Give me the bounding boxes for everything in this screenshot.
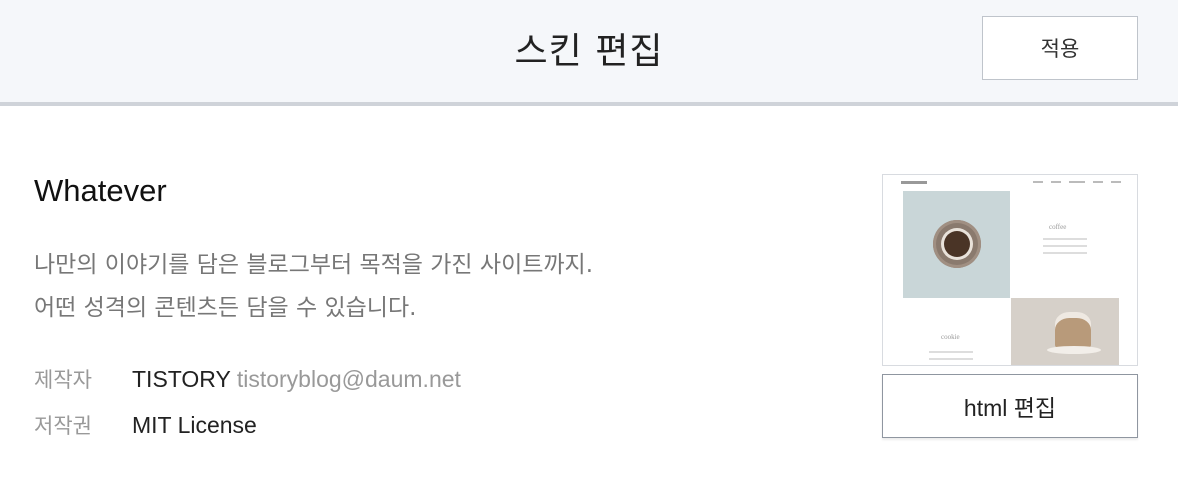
html-edit-button[interactable]: html 편집 xyxy=(882,374,1138,438)
skin-preview-thumbnail: coffee cookie xyxy=(882,174,1138,366)
preview-nav xyxy=(883,175,1137,191)
coffee-cup xyxy=(944,231,970,257)
license-value: MIT License xyxy=(132,412,257,438)
apply-button[interactable]: 적용 xyxy=(982,16,1138,80)
license-label: 저작권 xyxy=(34,414,92,438)
skin-name: Whatever xyxy=(34,173,167,208)
skin-description-line-1: 나만의 이야기를 담은 블로그부터 목적을 가진 사이트까지. xyxy=(34,252,594,278)
top-bar: 스킨 편집 적용 xyxy=(0,0,1178,106)
preview-text-line xyxy=(929,358,973,360)
preview-nav-item xyxy=(1069,181,1085,183)
preview-logo xyxy=(901,181,927,184)
preview-text-line xyxy=(1043,245,1087,247)
skin-description: 나만의 이야기를 담은 블로그부터 목적을 가진 사이트까지. 어떤 성격의 콘… xyxy=(34,244,794,330)
preview-cookie-image xyxy=(1011,298,1119,365)
author-email: tistoryblog@daum.net xyxy=(236,366,461,392)
skin-description-line-2: 어떤 성격의 콘텐츠든 담을 수 있습니다. xyxy=(34,295,417,321)
cookie-plate xyxy=(1047,346,1101,354)
preview-nav-item xyxy=(1033,181,1043,183)
license-row: 저작권 MIT License xyxy=(34,410,257,440)
author-name: TISTORY xyxy=(132,366,231,392)
author-label: 제작자 xyxy=(34,368,92,392)
preview-nav-item xyxy=(1051,181,1061,183)
preview-text-line xyxy=(1043,252,1087,254)
preview-nav-item xyxy=(1111,181,1121,183)
preview-coffee-image xyxy=(903,191,1010,298)
preview-text-line xyxy=(929,351,973,353)
cookie-stack xyxy=(1055,318,1091,348)
preview-coffee-label: coffee xyxy=(1049,223,1067,231)
preview-cookie-label: cookie xyxy=(941,333,960,341)
author-row: 제작자 TISTORY tistoryblog@daum.net xyxy=(34,364,461,394)
preview-nav-item xyxy=(1093,181,1103,183)
preview-text-line xyxy=(1043,238,1087,240)
